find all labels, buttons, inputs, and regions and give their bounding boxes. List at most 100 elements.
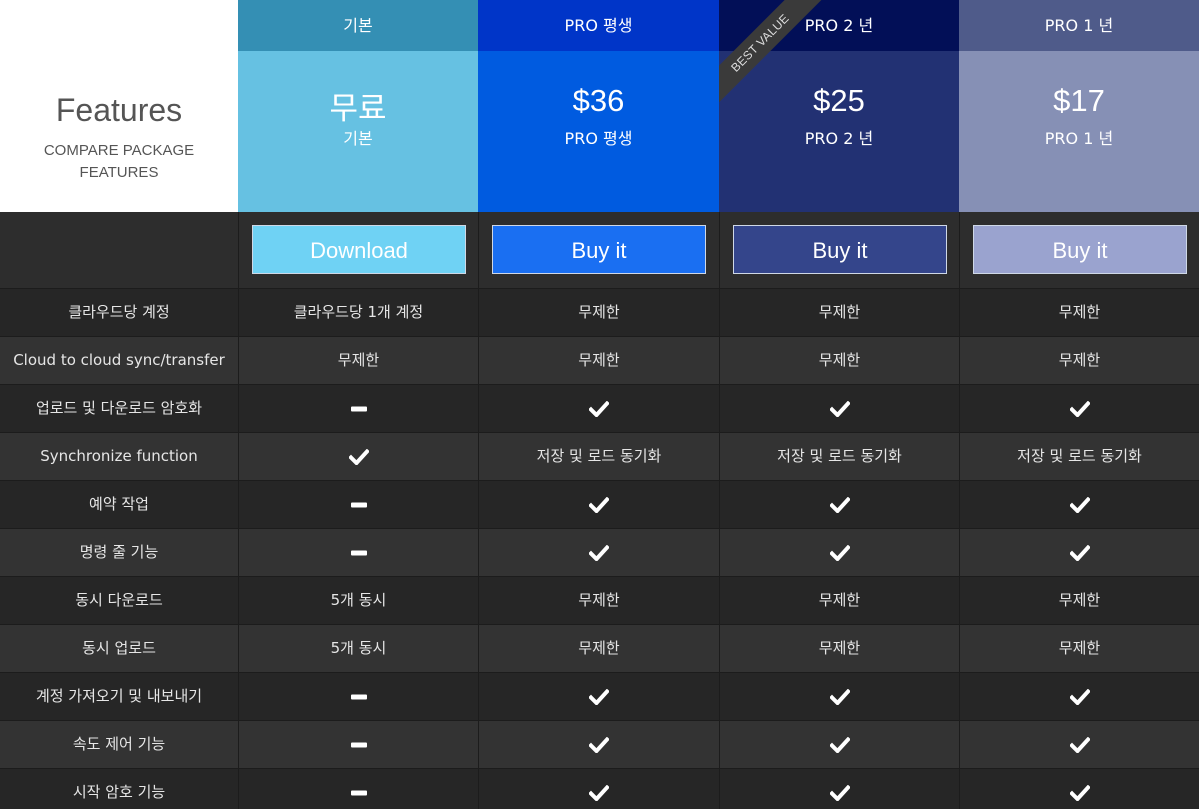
feature-value-cell xyxy=(478,385,719,432)
plan-header-pro-2-year: PRO 2 년 $25 PRO 2 년 BEST VALUE xyxy=(719,0,959,212)
check-icon xyxy=(589,400,609,417)
feature-value: 무제한 xyxy=(719,289,959,336)
action-button-row: Download Buy it Buy it Buy it xyxy=(0,212,1199,289)
check-icon xyxy=(1069,544,1090,561)
feature-row: Synchronize function 저장 및 로드 동기화 저장 및 로드 동… xyxy=(0,433,1199,481)
check-icon xyxy=(1069,400,1090,417)
feature-value: 5개 동시 xyxy=(238,625,478,672)
feature-name: 동시 업로드 xyxy=(82,639,156,657)
feature-value-cell xyxy=(478,481,719,528)
feature-value-cell xyxy=(719,385,959,432)
feature-name: 명령 줄 기능 xyxy=(79,543,159,561)
feature-row: 클라우드당 계정 클라우드당 1개 계정 무제한 무제한 무제한 xyxy=(0,289,1199,337)
feature-value: 무제한 xyxy=(238,337,478,384)
plan-price: 무료 xyxy=(329,91,387,126)
action-cell-pro-lifetime: Buy it xyxy=(478,212,719,288)
plan-top-label: PRO 1 년 xyxy=(959,0,1199,51)
dash-icon xyxy=(350,501,368,509)
feature-name: 동시 다운로드 xyxy=(75,591,163,609)
best-value-ribbon-label: BEST VALUE xyxy=(719,0,823,106)
feature-name: Synchronize function xyxy=(40,447,198,465)
feature-value: 무제한 xyxy=(719,337,959,384)
action-cell-pro-2-year: Buy it xyxy=(719,212,959,288)
plan-sub-label: PRO 2 년 xyxy=(804,129,874,148)
feature-value-cell xyxy=(719,529,959,576)
plan-sub-label: PRO 1 년 xyxy=(1044,129,1114,148)
download-button[interactable]: Download xyxy=(252,225,466,274)
feature-value-cell xyxy=(719,721,959,768)
dash-icon xyxy=(350,789,368,797)
check-icon xyxy=(1069,496,1090,513)
dash-icon xyxy=(350,693,368,701)
feature-name: 계정 가져오기 및 내보내기 xyxy=(35,687,203,705)
feature-value-cell xyxy=(959,529,1199,576)
plan-price: $36 xyxy=(572,83,625,118)
feature-value: 무제한 xyxy=(959,337,1199,384)
feature-value: 클라우드당 1개 계정 xyxy=(238,289,478,336)
plan-price-panel: $36 PRO 평생 xyxy=(478,51,719,212)
check-icon xyxy=(829,544,850,561)
buy-pro-lifetime-button[interactable]: Buy it xyxy=(492,225,706,274)
plan-header-basic: 기본 무료 기본 xyxy=(238,0,478,212)
feature-name: 시작 암호 기능 xyxy=(72,783,166,801)
plan-price-panel: $17 PRO 1 년 xyxy=(959,51,1199,212)
feature-row: 계정 가져오기 및 내보내기 xyxy=(0,673,1199,721)
check-icon xyxy=(1069,784,1090,801)
plan-sub-label: PRO 평생 xyxy=(564,129,633,148)
feature-row: 동시 업로드 5개 동시 무제한 무제한 무제한 xyxy=(0,625,1199,673)
feature-value-cell xyxy=(478,769,719,809)
plan-price: $17 xyxy=(1053,83,1105,118)
buy-pro-2-year-button[interactable]: Buy it xyxy=(733,225,947,274)
feature-value-cell xyxy=(959,721,1199,768)
feature-value-cell xyxy=(238,481,478,528)
feature-row: 속도 제어 기능 xyxy=(0,721,1199,769)
feature-value: 무제한 xyxy=(478,337,719,384)
dash-icon xyxy=(350,741,368,749)
action-cell-pro-1-year: Buy it xyxy=(959,212,1199,288)
feature-value-cell xyxy=(959,769,1199,809)
feature-name: 속도 제어 기능 xyxy=(72,735,166,753)
feature-value-cell xyxy=(719,673,959,720)
feature-value-cell xyxy=(238,529,478,576)
feature-row: Cloud to cloud sync/transfer 무제한 무제한 무제한 무제한 xyxy=(0,337,1199,385)
feature-value: 무제한 xyxy=(959,289,1199,336)
feature-value-cell xyxy=(478,721,719,768)
feature-name: 업로드 및 다운로드 암호화 xyxy=(35,399,203,417)
check-icon xyxy=(829,688,850,705)
feature-name: Cloud to cloud sync/transfer xyxy=(13,351,225,369)
feature-value: 무제한 xyxy=(478,625,719,672)
feature-row: 동시 다운로드 5개 동시 무제한 무제한 무제한 xyxy=(0,577,1199,625)
feature-value: 무제한 xyxy=(719,577,959,624)
features-header: Features COMPARE PACKAGE FEATURES xyxy=(0,0,238,212)
feature-value: 저장 및 로드 동기화 xyxy=(478,433,719,480)
feature-value: 무제한 xyxy=(959,577,1199,624)
check-icon xyxy=(589,496,609,513)
feature-row: 업로드 및 다운로드 암호화 xyxy=(0,385,1199,433)
feature-value-cell xyxy=(959,481,1199,528)
buy-pro-1-year-button[interactable]: Buy it xyxy=(973,225,1187,274)
plan-price-panel: 무료 기본 xyxy=(238,51,478,212)
feature-value: 무제한 xyxy=(719,625,959,672)
feature-value: 무제한 xyxy=(478,577,719,624)
check-icon xyxy=(1069,736,1090,753)
plan-header-pro-1-year: PRO 1 년 $17 PRO 1 년 xyxy=(959,0,1199,212)
feature-row: 예약 작업 xyxy=(0,481,1199,529)
feature-value-cell xyxy=(719,481,959,528)
dash-icon xyxy=(350,405,368,413)
feature-value-cell xyxy=(478,673,719,720)
feature-value-cell xyxy=(719,769,959,809)
feature-rows: 클라우드당 계정 클라우드당 1개 계정 무제한 무제한 무제한 Cloud to clo… xyxy=(0,289,1199,809)
best-value-ribbon: BEST VALUE xyxy=(719,0,829,110)
feature-value-cell xyxy=(478,529,719,576)
feature-value: 무제한 xyxy=(959,625,1199,672)
dash-icon xyxy=(350,549,368,557)
feature-name: 예약 작업 xyxy=(89,495,149,513)
check-icon xyxy=(348,448,369,465)
action-cell-basic: Download xyxy=(238,212,478,288)
check-icon xyxy=(589,784,609,801)
feature-value: 무제한 xyxy=(478,289,719,336)
check-icon xyxy=(589,736,609,753)
feature-value: 저장 및 로드 동기화 xyxy=(959,433,1199,480)
check-icon xyxy=(589,544,609,561)
check-icon xyxy=(829,784,850,801)
